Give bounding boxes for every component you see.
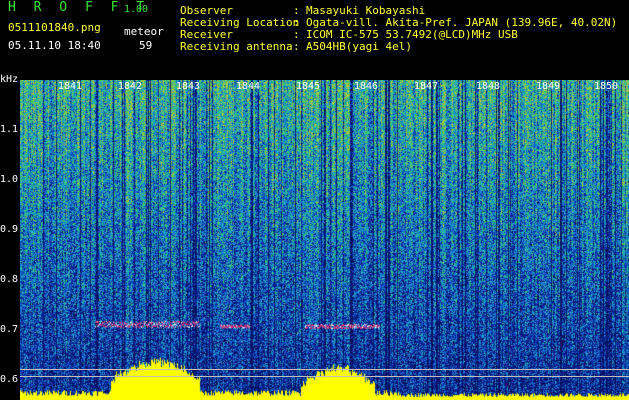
time-tick-label: 1847 (414, 81, 439, 92)
mode-label: meteor (124, 25, 164, 38)
header-panel: H R O F F T 1.00 0511101840.png meteor 0… (0, 0, 629, 80)
version-label: 1.00 (124, 4, 149, 15)
y-axis-unit: kHz (0, 74, 19, 85)
count-label: 59 (139, 39, 153, 52)
antenna-sep: : (293, 40, 300, 53)
filename-label: 0511101840.png (8, 21, 101, 34)
time-tick-label: 1844 (236, 81, 261, 92)
y-tick-label: 0.9 (0, 224, 19, 235)
time-tick-label: 1842 (118, 81, 143, 92)
time-tick-label: 1850 (594, 81, 619, 92)
y-tick-label: 0.7 (0, 324, 19, 335)
spectrogram-canvas (20, 80, 629, 400)
y-tick-label: 0.8 (0, 274, 19, 285)
reference-line-lower (20, 376, 629, 377)
antenna-label: Receiving antenna (180, 40, 293, 53)
time-tick-label: 1846 (354, 81, 379, 92)
y-tick-label: 1.0 (0, 174, 19, 185)
spectrogram (20, 80, 629, 400)
time-tick-label: 1848 (476, 81, 501, 92)
y-tick-label: 0.6 (0, 374, 19, 385)
y-tick-label: 1.1 (0, 124, 19, 135)
antenna-value: A504HB(yagi 4el) (306, 40, 412, 53)
time-tick-label: 1843 (176, 81, 201, 92)
time-tick-label: 1841 (58, 81, 83, 92)
reference-line-upper (20, 369, 629, 370)
time-tick-label: 1845 (296, 81, 321, 92)
datetime-label: 05.11.10 18:40 (8, 39, 101, 52)
time-tick-label: 1849 (536, 81, 561, 92)
